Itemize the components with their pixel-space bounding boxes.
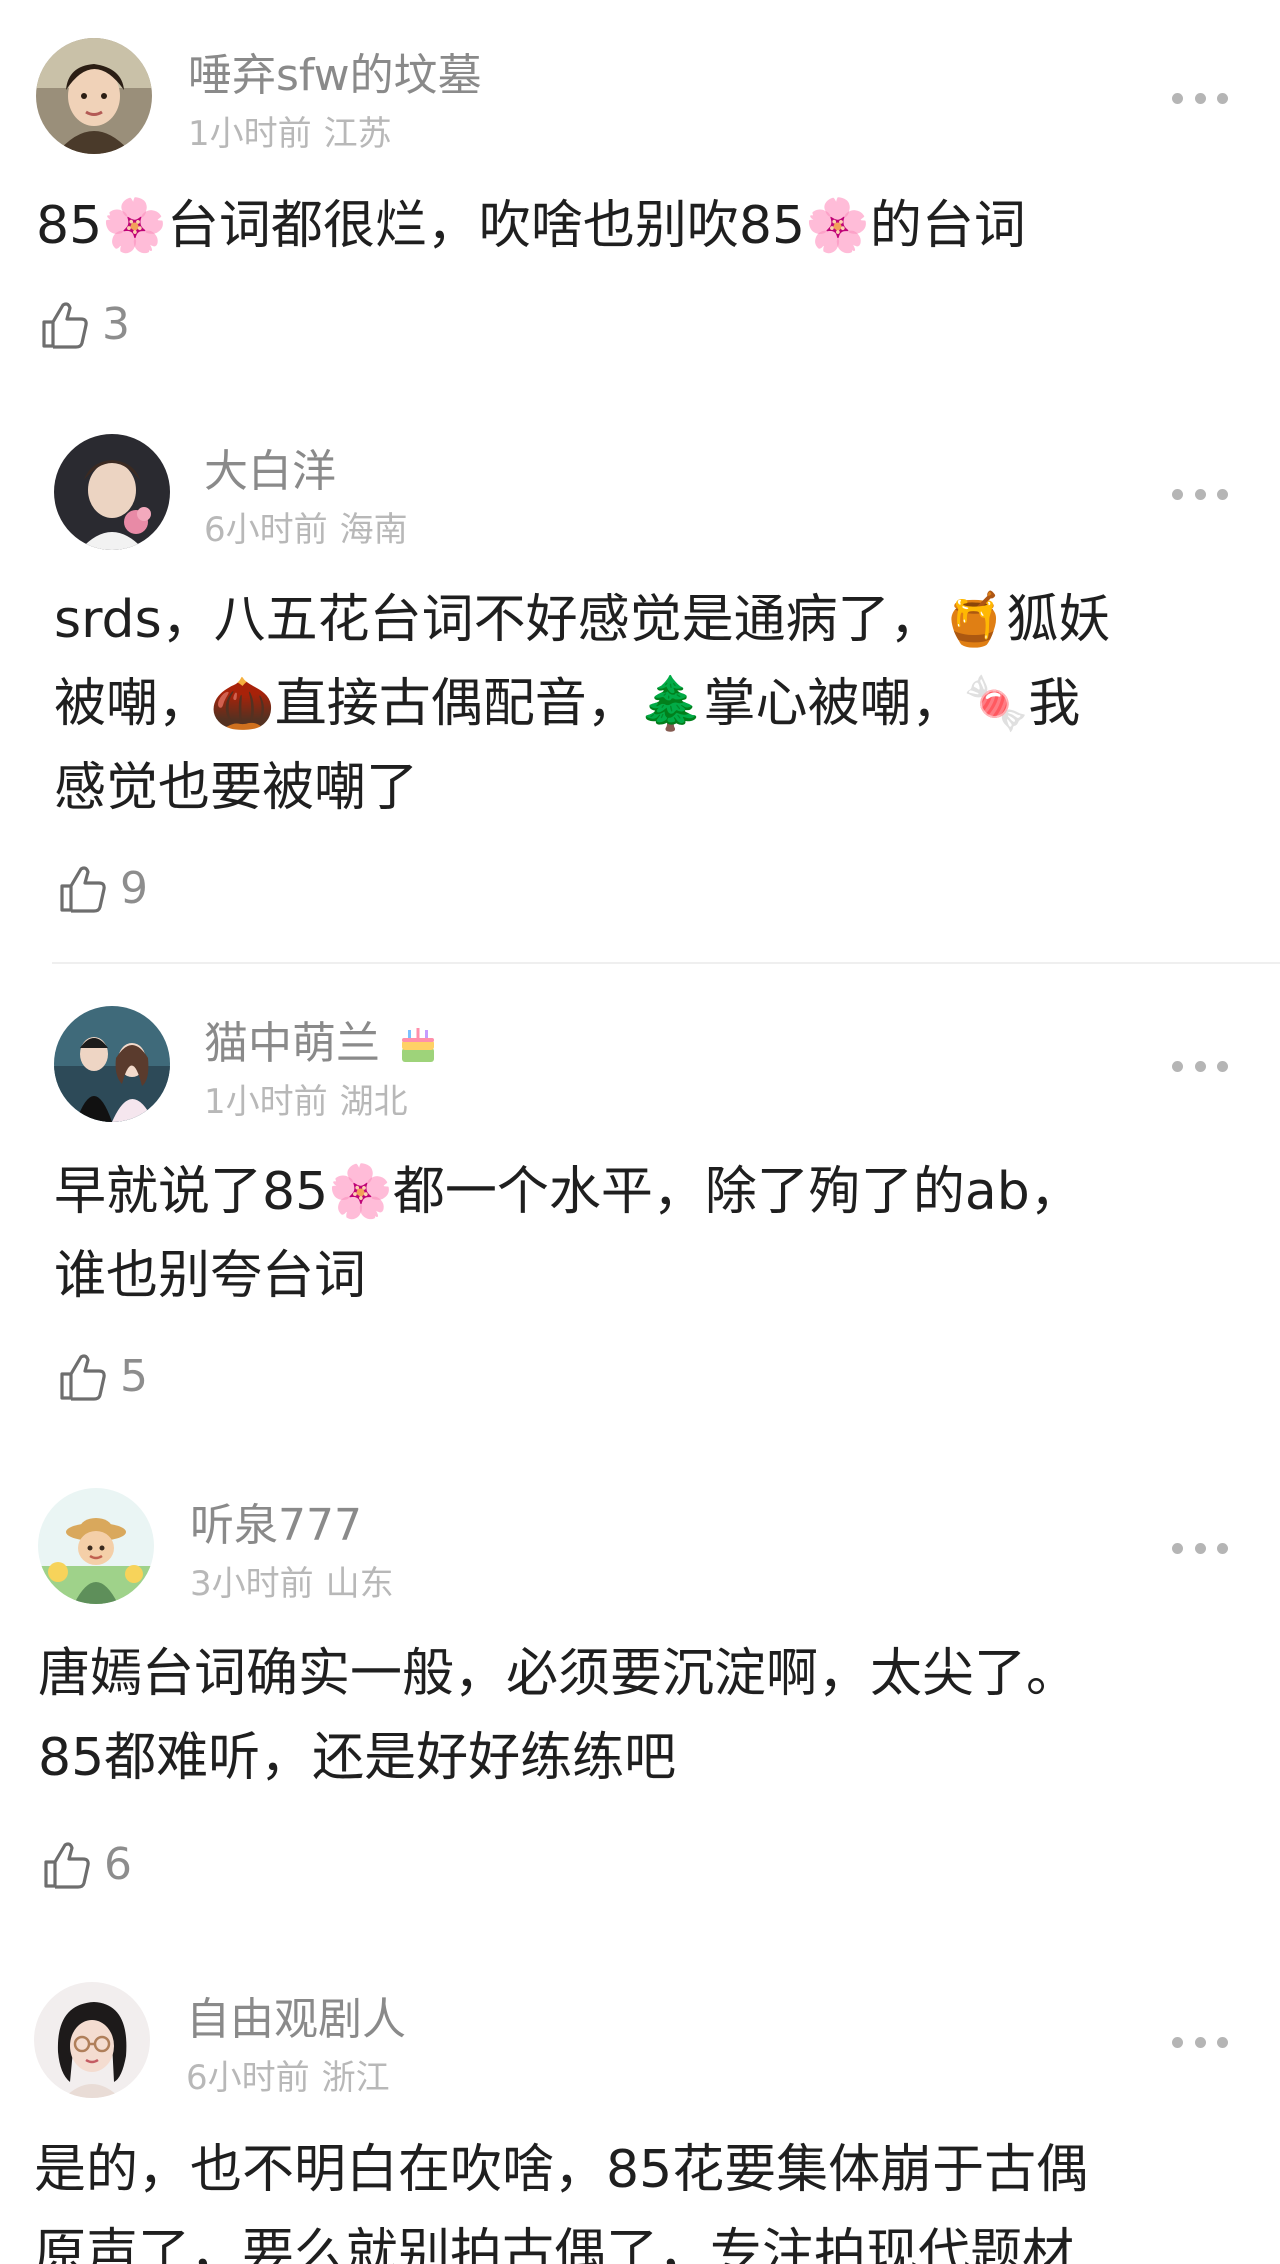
like-count: 6 [104, 1839, 132, 1890]
comment-meta: 3小时前 山东 [190, 1564, 394, 1604]
comment-text: 唐嫣台词确实一般，必须要沉淀啊，太尖了。 85都难听，还是好好练练吧 [38, 1644, 1079, 1788]
like-count: 9 [120, 863, 148, 914]
thumbs-up-icon [60, 866, 106, 913]
comment-meta: 1小时前 江苏 [188, 114, 392, 154]
avatar[interactable] [54, 1006, 170, 1122]
like-button[interactable]: 3 [38, 298, 130, 352]
username[interactable]: 听泉777 [190, 1500, 362, 1552]
timestamp: 1小时前 [188, 114, 312, 154]
username-text: 猫中萌兰 [204, 1018, 380, 1069]
avatar[interactable] [34, 1982, 150, 2098]
thumbs-up-icon [42, 302, 88, 349]
avatar[interactable] [36, 38, 152, 154]
more-options-icon[interactable] [1172, 484, 1228, 504]
username[interactable]: 自由观剧人 [186, 1994, 406, 2046]
ip-location: 山东 [325, 1564, 394, 1604]
ip-location: 湖北 [339, 1082, 408, 1122]
more-options-icon[interactable] [1172, 88, 1228, 108]
comment-text: 早就说了85🌸都一个水平，除了殉了的ab， 谁也别夸台词 [54, 1162, 1082, 1306]
timestamp: 6小时前 [186, 2058, 310, 2098]
ip-location: 海南 [339, 510, 408, 550]
comment-feed: 唾弃sfw的坟墓 1小时前 江苏 85🌸台词都很烂，吹啥也别吹85🌸的台词 3 大… [0, 0, 1280, 2264]
comment-meta: 1小时前 湖北 [204, 1082, 408, 1122]
more-options-icon[interactable] [1172, 2032, 1228, 2052]
username[interactable]: 唾弃sfw的坟墓 [188, 50, 482, 102]
timestamp: 3小时前 [190, 1564, 314, 1604]
timestamp: 1小时前 [204, 1082, 328, 1122]
username[interactable]: 猫中萌兰 [204, 1018, 440, 1070]
like-count: 5 [120, 1351, 148, 1402]
username[interactable]: 大白洋 [204, 446, 336, 498]
timestamp: 6小时前 [204, 510, 328, 550]
more-options-icon[interactable] [1172, 1538, 1228, 1558]
like-button[interactable]: 5 [56, 1350, 148, 1404]
avatar-image [54, 434, 170, 550]
more-options-icon[interactable] [1172, 1056, 1228, 1076]
thumbs-up-icon [44, 1842, 90, 1889]
ip-location: 浙江 [321, 2058, 390, 2098]
avatar-image [34, 1982, 150, 2098]
like-count: 3 [102, 299, 130, 350]
avatar-image [36, 38, 152, 154]
avatar[interactable] [38, 1488, 154, 1604]
avatar[interactable] [54, 434, 170, 550]
comment-meta: 6小时前 浙江 [186, 2058, 390, 2098]
comment-text: 85🌸台词都很烂，吹啥也别吹85🌸的台词 [36, 196, 1026, 256]
cake-badge-icon [402, 1028, 434, 1062]
avatar-image [38, 1488, 154, 1604]
comment-text: srds，八五花台词不好感觉是通病了，🍯狐妖 被嘲，🌰直接古偶配音，🌲掌心被嘲，… [54, 590, 1111, 818]
like-button[interactable]: 6 [40, 1838, 132, 1892]
like-button[interactable]: 9 [56, 862, 148, 916]
ip-location: 江苏 [323, 114, 392, 154]
avatar-image [54, 1006, 170, 1122]
comment-text: 是的，也不明白在吹啥，85花要集体崩于古偶 原声了，要么就别拍古偶了，专注拍现代… [34, 2140, 1089, 2264]
comment-meta: 6小时前 海南 [204, 510, 408, 550]
divider [52, 962, 1280, 964]
thumbs-up-icon [60, 1354, 106, 1401]
